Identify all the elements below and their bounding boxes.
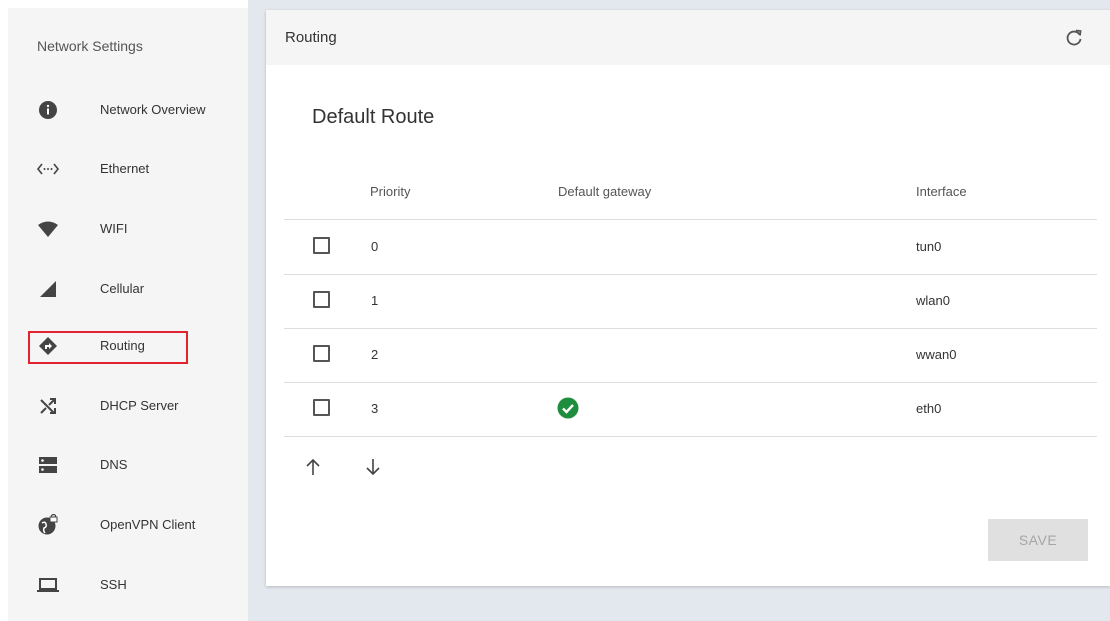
arrow-up-icon [306,458,320,475]
table-row[interactable]: 0 tun0 [284,220,1097,275]
dns-icon [34,437,62,493]
sidebar-item-label: DHCP Server [100,398,179,413]
section-title: Default Route [312,106,435,128]
vpn-globe-icon [34,497,62,553]
page-title: Routing [285,29,337,46]
table-row[interactable]: 2 wwan0 [284,328,1097,383]
row-priority: 2 [371,347,379,362]
sidebar-item-label: DNS [100,457,128,472]
move-up-button[interactable] [299,453,327,481]
table-header: Priority Default gateway Interface [284,164,1097,220]
row-interface: wlan0 [916,293,950,308]
row-checkbox[interactable] [313,399,330,416]
table-row[interactable]: 1 wlan0 [284,274,1097,329]
sidebar-item-ssh[interactable]: SSH [8,557,248,613]
laptop-icon [34,557,62,613]
sidebar: Network Settings Network Overview Ethern… [8,8,248,621]
row-interface: eth0 [916,401,942,416]
sidebar-item-label: SSH [100,577,127,592]
sidebar-item-label: Network Overview [100,102,206,117]
column-header-interface: Interface [916,184,967,199]
routing-card: Routing Default Route Priority Default g… [266,10,1110,586]
save-button[interactable]: SAVE [988,519,1088,561]
sidebar-item-label: WIFI [100,221,128,236]
refresh-button[interactable] [1060,24,1088,52]
row-interface: tun0 [916,239,942,254]
sidebar-item-label: Ethernet [100,161,150,176]
column-header-default-gateway: Default gateway [558,184,652,199]
sidebar-item-network-overview[interactable]: Network Overview [8,82,248,138]
info-icon [34,82,62,138]
arrow-down-icon [366,459,380,476]
row-interface: wwan0 [916,347,957,362]
row-checkbox[interactable] [313,291,330,308]
sidebar-item-routing[interactable]: Routing [8,318,248,374]
sidebar-item-ethernet[interactable]: Ethernet [8,141,248,197]
card-header: Routing [266,10,1110,65]
sidebar-item-openvpn-client[interactable]: OpenVPN Client [8,497,248,553]
column-header-priority: Priority [370,184,411,199]
row-checkbox[interactable] [313,237,330,254]
highlight-box [28,331,188,364]
shuffle-icon [34,378,62,434]
sidebar-item-wifi[interactable]: WIFI [8,201,248,257]
cellular-icon [34,261,62,317]
row-checkbox[interactable] [313,345,330,362]
row-priority: 3 [371,401,379,416]
sidebar-title: Network Settings [37,38,143,54]
row-priority: 1 [371,293,379,308]
table-row[interactable]: 3 eth0 [284,382,1097,437]
sidebar-item-dhcp-server[interactable]: DHCP Server [8,378,248,434]
wifi-icon [34,201,62,257]
row-priority: 0 [371,239,379,254]
default-gateway-check-icon [557,397,579,419]
move-down-button[interactable] [359,453,387,481]
sidebar-item-label: OpenVPN Client [100,517,196,532]
refresh-icon [1066,29,1082,46]
sidebar-item-label: Cellular [100,281,145,296]
sidebar-item-dns[interactable]: DNS [8,437,248,493]
ethernet-icon [34,141,62,197]
sidebar-item-cellular[interactable]: Cellular [8,261,248,317]
